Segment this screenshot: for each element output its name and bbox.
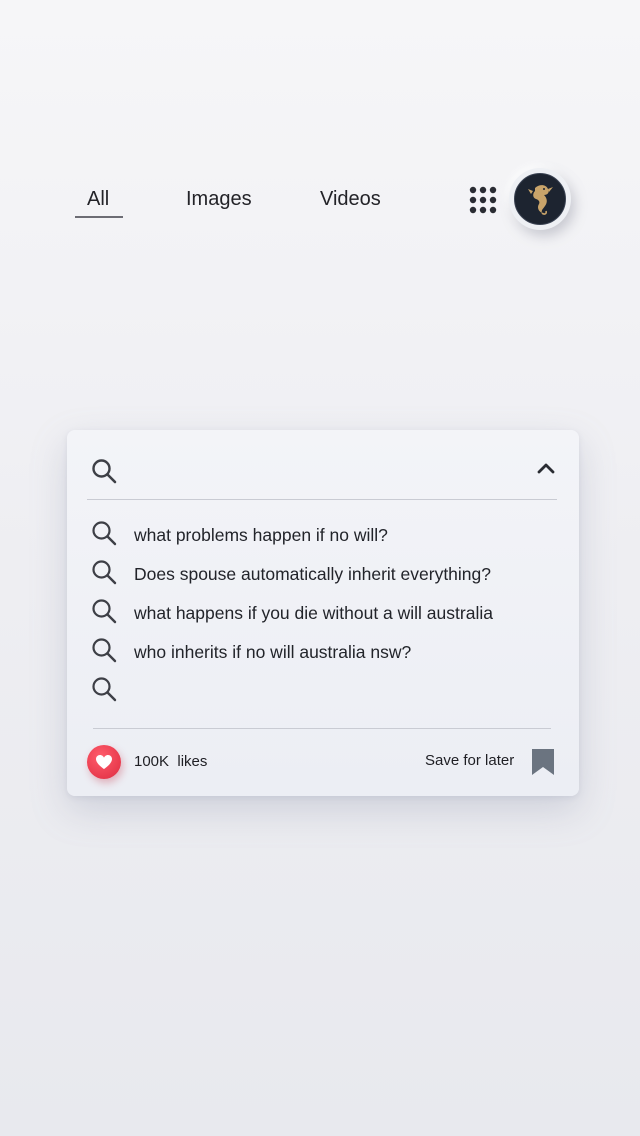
search-icon [92, 677, 117, 702]
search-input[interactable] [129, 452, 513, 484]
grid-dots-icon[interactable] [469, 186, 497, 214]
suggestion-list: what problems happen if no will? Does sp… [67, 514, 579, 709]
search-icon [92, 638, 117, 663]
suggestion-item[interactable]: who inherits if no will australia nsw? [67, 631, 579, 670]
suggestion-text: Does spouse automatically inherit everyt… [134, 564, 491, 584]
suggestion-item[interactable]: Does spouse automatically inherit everyt… [67, 553, 579, 592]
tab-videos[interactable]: Videos [320, 188, 381, 211]
suggestion-item[interactable]: what happens if you die without a will a… [67, 592, 579, 631]
top-navigation: All Images Videos [0, 168, 640, 230]
save-for-later-label[interactable]: Save for later [425, 752, 514, 769]
search-icon [92, 560, 117, 585]
suggestion-item[interactable] [67, 670, 579, 709]
chevron-up-icon[interactable] [536, 462, 556, 474]
tab-all[interactable]: All [87, 188, 109, 211]
search-icon [92, 521, 117, 546]
suggestion-text: what happens if you die without a will a… [134, 603, 493, 623]
divider [87, 499, 557, 500]
search-icon [92, 459, 117, 484]
like-button[interactable] [87, 745, 121, 779]
heart-icon [96, 755, 112, 769]
search-card: what problems happen if no will? Does sp… [67, 430, 579, 796]
avatar[interactable] [509, 168, 571, 230]
divider [93, 728, 551, 729]
suggestion-item[interactable]: what problems happen if no will? [67, 514, 579, 553]
search-bar [67, 430, 579, 500]
suggestion-text: who inherits if no will australia nsw? [134, 642, 412, 662]
likes-count: 100K likes [134, 753, 208, 770]
seahorse-logo-icon [514, 173, 566, 225]
card-footer: 100K likes Save for later [67, 734, 579, 790]
suggestion-text: what problems happen if no will? [134, 525, 388, 545]
search-icon [92, 599, 117, 624]
bookmark-icon[interactable] [531, 748, 555, 776]
active-tab-indicator [75, 216, 123, 218]
tab-images[interactable]: Images [186, 188, 252, 211]
